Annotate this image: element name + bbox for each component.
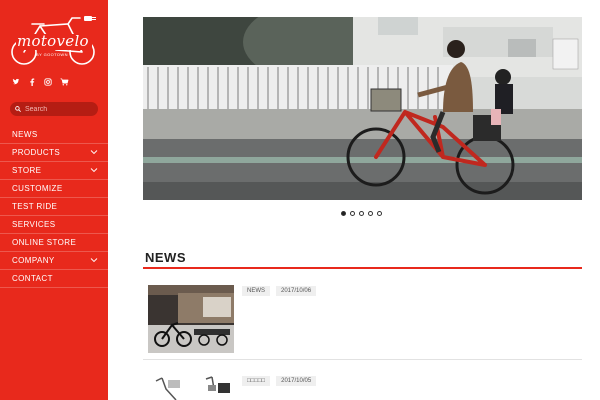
news-item[interactable]: NEWS 2017/10/06 [143, 285, 582, 355]
news-category-tag[interactable]: NEWS [242, 286, 270, 296]
nav-item-label: CONTACT [12, 274, 53, 283]
page: motovelo BY GOOTOWN NEWS PRODUCTS STORE … [0, 0, 600, 400]
news-date: 2017/10/05 [276, 376, 317, 386]
brand-tagline: BY GOOTOWN [36, 52, 68, 57]
news-item-divider [143, 359, 582, 360]
hero-photo [143, 17, 582, 200]
slider-dot-5[interactable] [377, 211, 382, 216]
nav-item-company[interactable]: COMPANY [0, 252, 108, 270]
news-item[interactable]: □□□□□ 2017/10/05 [143, 375, 582, 400]
news-thumbnail[interactable] [148, 375, 234, 400]
social-links [12, 78, 69, 86]
nav-item-label: PRODUCTS [12, 148, 61, 157]
hero-slide-image[interactable] [143, 17, 582, 200]
slider-pagination [341, 211, 382, 216]
facebook-icon[interactable] [28, 78, 36, 86]
news-title-divider [143, 267, 582, 269]
nav-item-label: SERVICES [12, 220, 56, 229]
nav-item-news[interactable]: NEWS [0, 126, 108, 144]
news-section-title: NEWS [145, 250, 186, 265]
slider-dot-1[interactable] [341, 211, 346, 216]
nav-item-label: ONLINE STORE [12, 238, 77, 247]
twitter-icon[interactable] [12, 78, 20, 86]
news-date: 2017/10/06 [276, 286, 317, 296]
brand-name: motovelo [17, 32, 89, 50]
nav-item-test-ride[interactable]: TEST RIDE [0, 198, 108, 216]
instagram-icon[interactable] [44, 78, 52, 86]
store-photo [148, 285, 234, 353]
news-thumbnail[interactable] [148, 285, 234, 353]
slider-dot-2[interactable] [350, 211, 355, 216]
slider-dot-4[interactable] [368, 211, 373, 216]
nav-item-services[interactable]: SERVICES [0, 216, 108, 234]
nav-item-online-store[interactable]: ONLINE STORE [0, 234, 108, 252]
slider-dot-3[interactable] [359, 211, 364, 216]
bicycle-product-photo [148, 375, 234, 400]
nav-item-contact[interactable]: CONTACT [0, 270, 108, 288]
nav-item-label: CUSTOMIZE [12, 184, 63, 193]
news-category-tag[interactable]: □□□□□ [242, 376, 271, 386]
nav-item-store[interactable]: STORE [0, 162, 108, 180]
nav-item-label: NEWS [12, 130, 38, 139]
main-nav: NEWS PRODUCTS STORE CUSTOMIZE TEST RIDE … [0, 126, 108, 288]
news-meta: □□□□□ 2017/10/05 [242, 376, 317, 386]
news-meta: NEWS 2017/10/06 [242, 286, 317, 296]
chevron-down-icon[interactable] [90, 257, 98, 263]
search-input[interactable] [25, 105, 95, 113]
nav-item-label: COMPANY [12, 256, 55, 265]
nav-item-products[interactable]: PRODUCTS [0, 144, 108, 162]
chevron-down-icon[interactable] [90, 167, 98, 173]
search-icon [15, 106, 21, 112]
cart-icon[interactable] [60, 78, 69, 86]
chevron-down-icon[interactable] [90, 149, 98, 155]
nav-item-label: TEST RIDE [12, 202, 58, 211]
nav-item-label: STORE [12, 166, 42, 175]
search-box[interactable] [10, 102, 98, 116]
sidebar: motovelo BY GOOTOWN NEWS PRODUCTS STORE … [0, 0, 108, 400]
nav-item-customize[interactable]: CUSTOMIZE [0, 180, 108, 198]
